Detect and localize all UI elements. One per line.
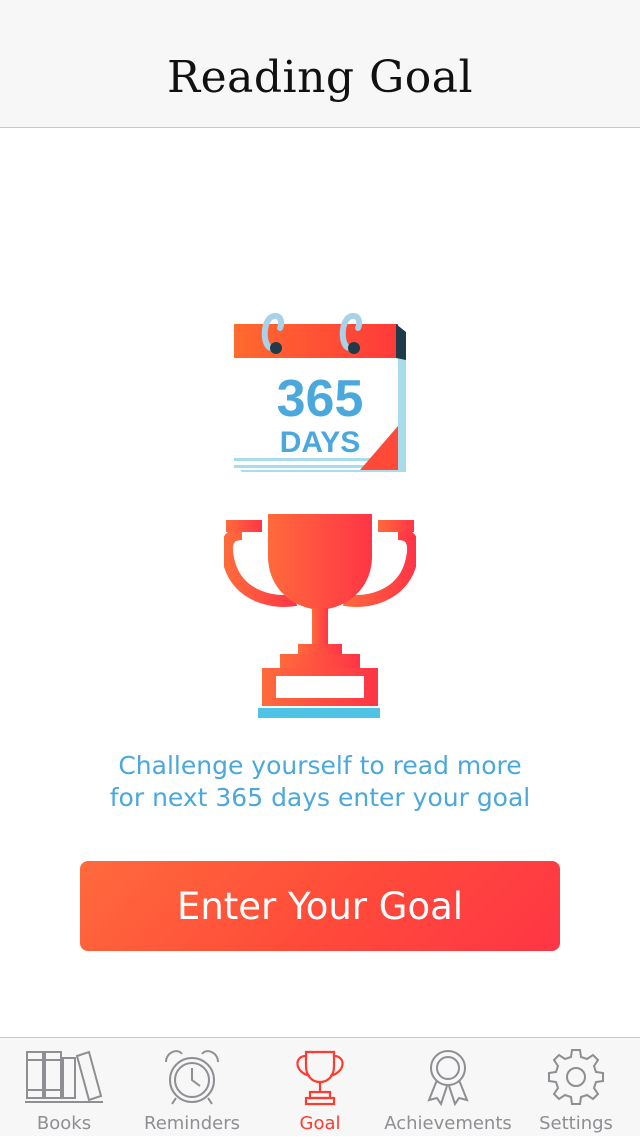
- navigation-bar: Reading Goal: [0, 0, 640, 128]
- calendar-unit: DAYS: [280, 426, 361, 459]
- tab-goal-label: Goal: [299, 1113, 341, 1134]
- calendar-number: 365: [277, 370, 364, 428]
- enter-your-goal-button[interactable]: Enter Your Goal: [80, 861, 560, 951]
- books-icon: [25, 1050, 103, 1103]
- page-title: Reading Goal: [166, 52, 474, 103]
- tab-achievements[interactable]: Achievements: [384, 1038, 512, 1137]
- tab-bar: Books Reminders Goal Achievements Settin…: [0, 1037, 640, 1136]
- tab-goal[interactable]: Goal: [256, 1038, 384, 1137]
- challenge-line-1: Challenge yourself to read more: [118, 751, 522, 780]
- tab-settings-label: Settings: [539, 1113, 613, 1134]
- tab-reminders[interactable]: Reminders: [128, 1038, 256, 1137]
- challenge-line-2: for next 365 days enter your goal: [109, 783, 531, 812]
- tab-achievements-label: Achievements: [384, 1113, 512, 1134]
- calendar-365-days-illustration: 365 DAYS: [234, 312, 406, 472]
- tab-reminders-label: Reminders: [144, 1113, 240, 1134]
- gear-icon: [548, 1049, 604, 1105]
- tab-books[interactable]: Books: [0, 1038, 128, 1137]
- challenge-description: Challenge yourself to read more for next…: [60, 750, 580, 814]
- trophy-illustration: [224, 514, 416, 718]
- award-ribbon-icon: [427, 1050, 469, 1106]
- alarm-clock-icon: [165, 1050, 219, 1105]
- tab-books-label: Books: [36, 1113, 92, 1134]
- tab-settings[interactable]: Settings: [512, 1038, 640, 1137]
- trophy-icon: [296, 1050, 344, 1106]
